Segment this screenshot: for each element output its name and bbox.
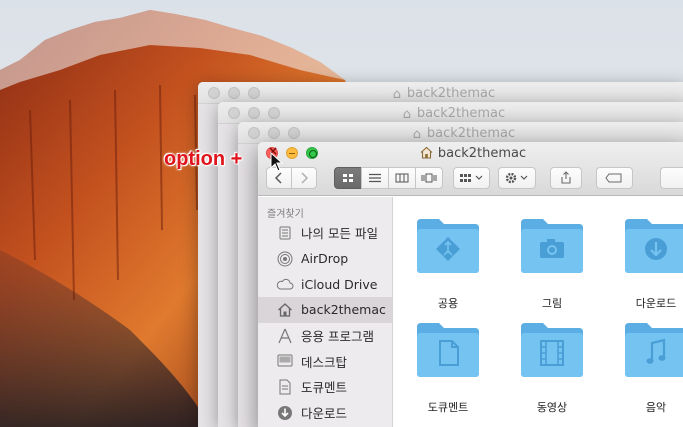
coverflow-view-icon xyxy=(421,173,437,183)
window-title: back2themac xyxy=(437,146,527,161)
file-browser-content: 공용 그림 다운로드 도큐멘트 동영상 음악 xyxy=(394,197,683,427)
downloads-folder-icon xyxy=(625,219,683,273)
view-mode-buttons xyxy=(334,167,443,189)
sidebar-item-label: 도큐멘트 xyxy=(301,380,348,396)
desktop-icon xyxy=(276,352,294,370)
home-icon: ⌂ xyxy=(392,87,401,102)
action-button[interactable] xyxy=(498,167,536,189)
sidebar-item-label: 응용 프로그램 xyxy=(301,329,374,345)
arrange-icon xyxy=(459,174,483,182)
search-field[interactable] xyxy=(659,167,683,189)
column-view-button[interactable] xyxy=(388,167,416,189)
all-files-icon xyxy=(276,224,294,242)
share-button[interactable] xyxy=(549,167,582,189)
sidebar-item-airdrop[interactable]: AirDrop xyxy=(258,246,392,272)
sidebar-item-label: back2themac xyxy=(301,302,386,318)
folder-item-pictures[interactable]: 그림 xyxy=(502,215,602,311)
home-icon xyxy=(276,301,294,319)
home-icon: ⌂ xyxy=(412,127,421,142)
icon-view-icon xyxy=(343,174,353,182)
sidebar: 즐겨찾기 나의 모든 파일 AirDrop iCloud Drive back2… xyxy=(258,197,393,427)
forward-icon xyxy=(301,172,309,184)
window-title: back2themac xyxy=(426,126,516,141)
folder-item-public[interactable]: 공용 xyxy=(398,215,498,311)
folder-label: 도큐멘트 xyxy=(427,401,469,414)
documents-folder-icon xyxy=(417,323,479,377)
favorites-header: 즐겨찾기 xyxy=(267,209,304,220)
share-icon xyxy=(561,171,571,184)
airdrop-icon xyxy=(276,250,294,268)
back-icon xyxy=(274,172,282,184)
sidebar-item-label: iCloud Drive xyxy=(301,276,378,292)
applications-icon xyxy=(276,327,294,345)
documents-icon xyxy=(276,378,294,396)
arrange-button[interactable] xyxy=(453,167,491,189)
coverflow-view-button[interactable] xyxy=(415,167,443,189)
sidebar-item-icloud-drive[interactable]: iCloud Drive xyxy=(258,271,392,297)
home-icon xyxy=(420,146,433,159)
title-bar[interactable]: back2themac xyxy=(258,142,683,196)
downloads-icon xyxy=(276,404,294,422)
sidebar-item-applications[interactable]: 응용 프로그램 xyxy=(258,323,392,349)
sidebar-item-label: 나의 모든 파일 xyxy=(301,226,378,242)
music-folder-icon xyxy=(625,323,683,377)
sidebar-item-label: 데스크탑 xyxy=(301,354,348,370)
window-title: back2themac xyxy=(416,106,506,121)
cloud-icon xyxy=(276,275,294,293)
sidebar-item-downloads[interactable]: 다운로드 xyxy=(258,400,392,426)
folder-item-music[interactable]: 음악 xyxy=(606,319,683,415)
folder-item-downloads[interactable]: 다운로드 xyxy=(606,215,683,311)
folder-item-movies[interactable]: 동영상 xyxy=(502,319,602,415)
sidebar-item-documents[interactable]: 도큐멘트 xyxy=(258,374,392,400)
tags-button[interactable] xyxy=(595,167,633,189)
forward-button[interactable] xyxy=(291,167,317,189)
list-view-button[interactable] xyxy=(361,167,389,189)
gear-icon xyxy=(505,172,528,184)
sidebar-item-label: AirDrop xyxy=(301,251,349,267)
movies-folder-icon xyxy=(521,323,583,377)
column-view-icon xyxy=(395,173,409,183)
home-icon: ⌂ xyxy=(402,107,411,122)
option-key-callout: option + xyxy=(164,148,243,170)
pictures-folder-icon xyxy=(521,219,583,273)
folder-item-documents[interactable]: 도큐멘트 xyxy=(398,319,498,415)
folder-label: 그림 xyxy=(541,297,563,310)
sidebar-item-all-files[interactable]: 나의 모든 파일 xyxy=(258,220,392,246)
finder-window[interactable]: back2themac xyxy=(258,142,683,427)
sidebar-item-label: 다운로드 xyxy=(301,406,348,422)
icon-view-button[interactable] xyxy=(334,167,362,189)
sidebar-item-desktop[interactable]: 데스크탑 xyxy=(258,348,392,374)
folder-label: 다운로드 xyxy=(635,297,677,310)
folder-label: 공용 xyxy=(437,297,459,310)
list-view-icon xyxy=(369,173,381,183)
toolbar xyxy=(266,166,683,190)
folder-label: 음악 xyxy=(645,401,667,414)
sidebar-item-home[interactable]: back2themac xyxy=(258,297,392,323)
folder-label: 동영상 xyxy=(536,401,568,414)
public-folder-icon xyxy=(417,219,479,273)
tag-icon xyxy=(605,173,622,183)
window-title: back2themac xyxy=(406,86,496,101)
mouse-cursor-icon xyxy=(270,152,284,172)
